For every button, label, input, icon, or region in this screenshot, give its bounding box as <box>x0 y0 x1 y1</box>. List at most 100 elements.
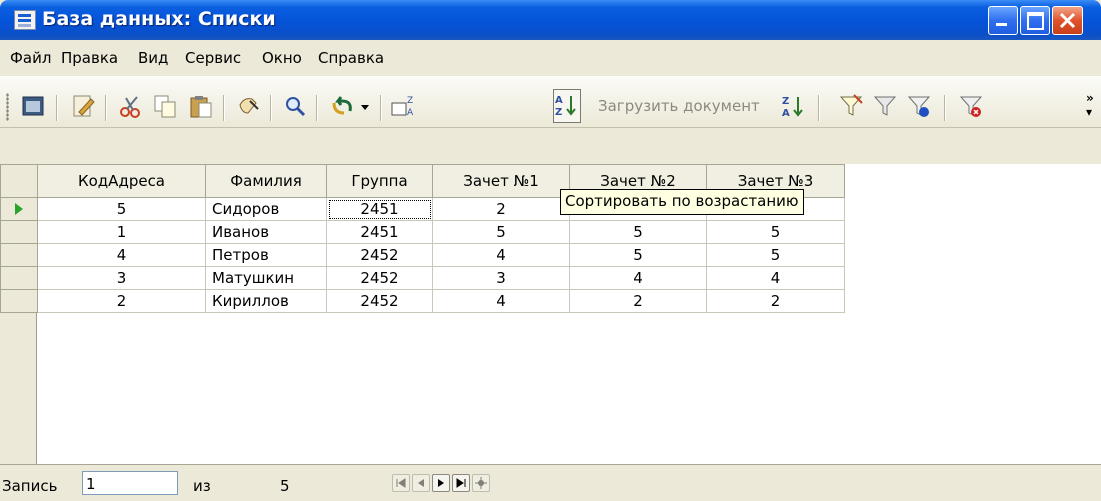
toolbar-separator <box>270 95 271 121</box>
table-cell[interactable]: Кириллов <box>205 289 327 313</box>
toolbar-separator <box>56 95 57 121</box>
table-cell[interactable]: Иванов <box>205 220 327 244</box>
table-cell[interactable]: 2 <box>37 289 206 313</box>
table-cell[interactable]: 2452 <box>326 266 433 290</box>
menu-file[interactable]: Файл <box>10 49 51 67</box>
table-cell[interactable]: 5 <box>37 197 206 221</box>
toolbar-separator <box>316 95 317 121</box>
record-number-input[interactable]: 1 <box>82 471 178 495</box>
table-cell[interactable]: Петров <box>205 243 327 267</box>
of-label: из <box>193 477 211 495</box>
table-cell[interactable]: 4 <box>706 266 845 290</box>
table-row[interactable]: 2 Кириллов 2452 4 2 2 <box>0 289 845 313</box>
record-selector[interactable] <box>0 220 38 244</box>
record-selector[interactable] <box>0 197 38 221</box>
menu-service[interactable]: Сервис <box>185 49 241 67</box>
title-bar[interactable]: База данных: Списки <box>0 0 1101 40</box>
maximize-button[interactable] <box>1020 6 1050 35</box>
app-icon[interactable] <box>14 10 36 30</box>
design-view-icon[interactable] <box>70 93 96 119</box>
last-record-icon <box>456 478 466 488</box>
table-cell[interactable]: 2451 <box>326 197 433 221</box>
table-row[interactable]: 3 Матушкин 2452 3 4 4 <box>0 266 845 290</box>
previous-record-icon <box>418 479 424 487</box>
table-cell[interactable]: 2 <box>569 289 707 313</box>
minimize-button[interactable] <box>988 6 1018 35</box>
column-header[interactable]: Группа <box>326 164 433 198</box>
table-row[interactable]: 4 Петров 2452 4 5 5 <box>0 243 845 267</box>
toolbar-overflow-icon[interactable]: » ▾ <box>1086 91 1094 119</box>
new-record-button[interactable] <box>472 474 490 492</box>
table-cell[interactable]: 2 <box>432 197 570 221</box>
next-record-icon <box>438 479 444 487</box>
table-cell[interactable]: 1 <box>37 220 206 244</box>
record-total: 5 <box>280 477 290 495</box>
first-record-button[interactable] <box>392 474 410 492</box>
filter-by-form-icon[interactable] <box>872 93 898 119</box>
menu-window[interactable]: Окно <box>262 49 302 67</box>
previous-record-button[interactable] <box>412 474 430 492</box>
table-cell[interactable]: Сидоров <box>205 197 327 221</box>
svg-text:Z: Z <box>782 96 789 107</box>
cut-icon[interactable] <box>118 93 144 119</box>
table-cell[interactable]: 3 <box>37 266 206 290</box>
svg-text:A: A <box>407 108 414 118</box>
table-cell[interactable]: 5 <box>569 220 707 244</box>
column-header[interactable]: КодАдреса <box>37 164 206 198</box>
table-cell[interactable]: 2452 <box>326 243 433 267</box>
record-navigation-bar: Запись 1 из 5 <box>0 464 1101 501</box>
load-document-button[interactable]: Загрузить документ <box>598 97 760 115</box>
table-cell[interactable]: 3 <box>432 266 570 290</box>
svg-text:A: A <box>555 95 563 106</box>
menu-help[interactable]: Справка <box>318 49 384 67</box>
record-selector[interactable] <box>0 266 38 290</box>
record-selector[interactable] <box>0 289 38 313</box>
new-record-icon <box>475 477 487 489</box>
sort-descending-icon[interactable]: ZA <box>390 93 416 119</box>
delete-filter-icon[interactable] <box>958 93 984 119</box>
table-row[interactable]: 1 Иванов 2451 5 5 5 <box>0 220 845 244</box>
last-record-button[interactable] <box>452 474 470 492</box>
table-cell[interactable]: 2 <box>706 289 845 313</box>
record-selector[interactable] <box>0 243 38 267</box>
apply-filter-icon[interactable] <box>906 93 932 119</box>
paste-icon[interactable] <box>188 93 214 119</box>
close-icon <box>1059 12 1076 29</box>
toolbar: ZA AZ Загрузить документ ZA » ▾ <box>0 76 1101 128</box>
table-cell[interactable]: 5 <box>432 220 570 244</box>
current-record-icon <box>15 203 23 215</box>
table-cell[interactable]: 2451 <box>326 220 433 244</box>
table-cell[interactable]: 5 <box>569 243 707 267</box>
toolbar-grip[interactable] <box>6 93 9 121</box>
sort-descending-icon[interactable]: ZA <box>780 93 806 119</box>
table-cell[interactable]: 4 <box>37 243 206 267</box>
menu-edit[interactable]: Правка <box>61 49 118 67</box>
table-cell[interactable]: 5 <box>706 243 845 267</box>
table-cell[interactable]: 5 <box>706 220 845 244</box>
table-cell[interactable]: 4 <box>432 289 570 313</box>
column-header[interactable]: Зачет №1 <box>432 164 570 198</box>
table-cell[interactable]: 4 <box>432 243 570 267</box>
maximize-icon <box>1027 12 1044 30</box>
datasheet-table-wrap: КодАдреса Фамилия Группа Зачет №1 Зачет … <box>0 164 845 313</box>
copy-icon[interactable] <box>152 93 178 119</box>
format-painter-icon[interactable] <box>236 93 262 119</box>
record-label: Запись <box>2 477 58 495</box>
select-all-corner[interactable] <box>0 164 38 198</box>
menu-view[interactable]: Вид <box>138 49 168 67</box>
next-record-button[interactable] <box>432 474 450 492</box>
table-cell[interactable]: Матушкин <box>205 266 327 290</box>
svg-text:Z: Z <box>555 107 562 118</box>
view-icon[interactable] <box>20 93 46 119</box>
column-header[interactable]: Фамилия <box>205 164 327 198</box>
table-cell[interactable]: 4 <box>569 266 707 290</box>
filter-by-selection-icon[interactable] <box>838 93 864 119</box>
first-record-icon <box>396 478 406 488</box>
find-icon[interactable] <box>282 93 308 119</box>
close-button[interactable] <box>1052 6 1083 35</box>
undo-icon[interactable] <box>330 93 356 119</box>
table-cell[interactable]: 2452 <box>326 289 433 313</box>
dropdown-arrow-icon[interactable] <box>358 93 372 119</box>
datasheet-table: КодАдреса Фамилия Группа Зачет №1 Зачет … <box>0 164 845 313</box>
window-title: База данных: Списки <box>42 8 276 30</box>
